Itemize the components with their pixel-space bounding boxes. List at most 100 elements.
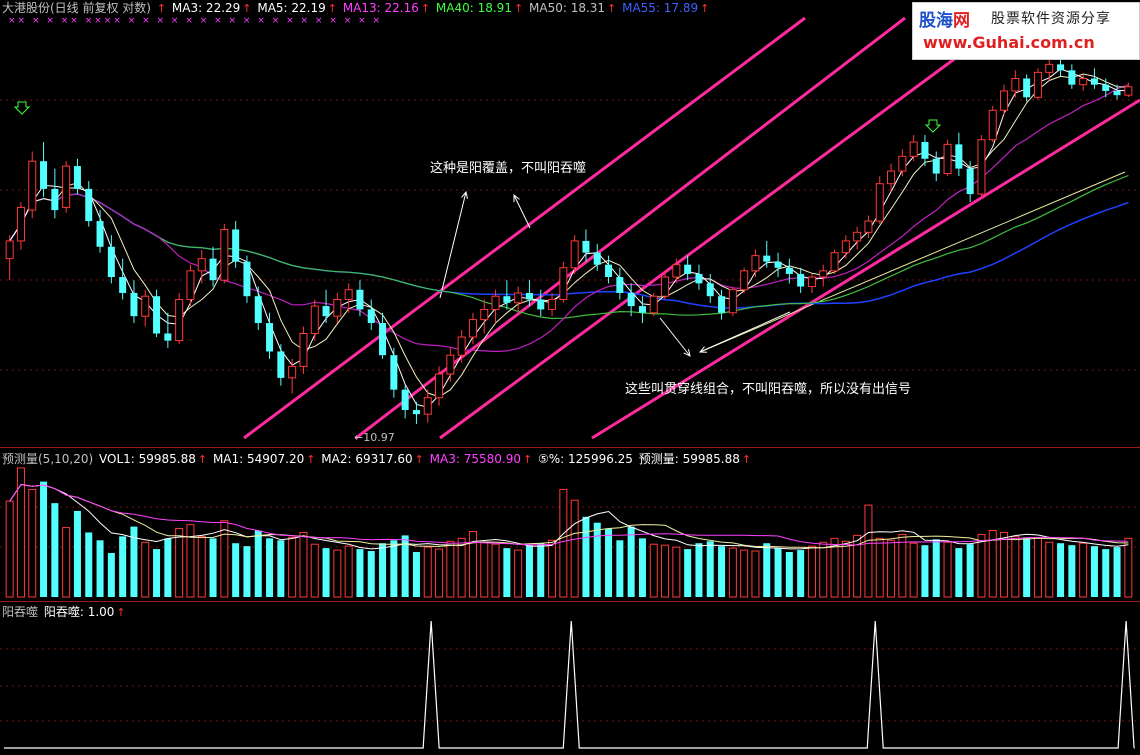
volume-chart[interactable] bbox=[0, 447, 1140, 601]
volume-bar-bear bbox=[356, 549, 364, 597]
candle-bear bbox=[367, 309, 375, 324]
up-arrow-icon: ↑ bbox=[741, 453, 752, 466]
volume-bar-bull bbox=[288, 536, 297, 598]
volume-bar-bear bbox=[1090, 546, 1098, 597]
ma5-value: MA5: 22.19 bbox=[257, 1, 326, 15]
candle-bull bbox=[988, 109, 997, 141]
signal-value: 阳吞噬: 1.00 bbox=[43, 605, 115, 619]
price-panel[interactable] bbox=[0, 0, 1140, 447]
volume-bar-bear bbox=[1113, 547, 1121, 597]
candle-bear bbox=[1113, 90, 1121, 96]
candle-bear bbox=[785, 267, 793, 274]
volume-bar-bull bbox=[1000, 531, 1009, 598]
volume-bar-bull bbox=[672, 546, 681, 598]
ma3-line bbox=[9, 68, 1129, 408]
volume-bar-bull bbox=[740, 549, 749, 598]
candle-bull bbox=[898, 155, 907, 172]
volume-bar-bear bbox=[164, 538, 172, 597]
candle-bear bbox=[932, 158, 940, 174]
candle-bear bbox=[51, 188, 59, 211]
volume-bar-bear bbox=[367, 551, 375, 597]
candle-bull bbox=[175, 298, 184, 342]
candle-bull bbox=[853, 231, 862, 242]
candle-bear bbox=[243, 261, 251, 297]
candle-bull bbox=[16, 206, 25, 242]
candle-bull bbox=[909, 141, 918, 157]
ma13-value: MA13: 22.16 bbox=[342, 1, 419, 15]
candle-bear bbox=[96, 221, 104, 247]
candle-bull bbox=[186, 270, 195, 300]
annotation-arrow bbox=[659, 317, 691, 357]
volume-bar-bear bbox=[243, 546, 251, 597]
candle-bear bbox=[119, 277, 127, 293]
volume-bar-bull bbox=[728, 547, 737, 598]
volume-bar-bull bbox=[5, 500, 14, 598]
logo-brand: 股海网 bbox=[919, 6, 970, 31]
volume-bar-bear bbox=[537, 543, 545, 597]
logo-brand-accent: 网 bbox=[953, 11, 970, 31]
volume-bar-bear bbox=[379, 543, 387, 597]
volume-bar-bear bbox=[40, 481, 48, 597]
volume-bar-bull bbox=[1045, 541, 1054, 598]
candle-bull bbox=[1000, 90, 1009, 111]
signal-line bbox=[4, 620, 1135, 749]
volume-bar-bear bbox=[73, 510, 81, 597]
candle-bear bbox=[356, 289, 364, 310]
candle-bull bbox=[344, 289, 353, 300]
volume-bar-bear bbox=[921, 545, 929, 597]
volume-bar-bear bbox=[153, 549, 161, 597]
candle-bear bbox=[390, 355, 398, 390]
candle-bear bbox=[774, 261, 782, 268]
logo-brand-main: 股海 bbox=[919, 11, 953, 31]
up-arrow-icon: ↑ bbox=[306, 453, 316, 466]
candle-bull bbox=[548, 298, 557, 310]
up-arrow-icon: ↑ bbox=[414, 453, 424, 466]
candle-bull bbox=[333, 298, 342, 317]
candle-bull bbox=[559, 267, 568, 300]
candle-bull bbox=[807, 276, 816, 288]
buy-arrow-icon bbox=[924, 119, 942, 133]
vol-pct-value: ⑤%: 125996.25 bbox=[538, 452, 633, 466]
candle-bear bbox=[322, 306, 330, 317]
up-arrow-icon: ↑ bbox=[197, 453, 208, 466]
candle-bull bbox=[570, 240, 579, 269]
candle-bear bbox=[1102, 84, 1110, 91]
candle-bull bbox=[875, 183, 884, 222]
volume-bar-bear bbox=[616, 540, 624, 597]
price-chart[interactable] bbox=[0, 0, 1140, 447]
volume-bar-bear bbox=[412, 552, 420, 597]
volume-bar-bear bbox=[695, 543, 703, 597]
candle-bull bbox=[28, 160, 37, 211]
volume-bar-bull bbox=[514, 549, 523, 598]
volume-panel[interactable] bbox=[0, 447, 1140, 601]
signal-panel[interactable] bbox=[0, 601, 1140, 755]
volume-bar-bear bbox=[582, 516, 590, 597]
site-logo: 股海网 股票软件资源分享 www.Guhai.com.cn bbox=[912, 2, 1140, 60]
volume-bar-bull bbox=[333, 549, 342, 598]
logo-url: www.Guhai.com.cn bbox=[923, 33, 1095, 52]
volume-bar-bull bbox=[909, 542, 918, 598]
candle-bear bbox=[525, 292, 533, 300]
candle-bull bbox=[5, 240, 14, 260]
signal-chart[interactable] bbox=[0, 601, 1140, 755]
volume-bar-bear bbox=[706, 541, 714, 597]
candle-bear bbox=[706, 283, 714, 297]
candle-bull bbox=[740, 270, 749, 291]
volume-bar-bear bbox=[684, 549, 692, 597]
candle-bull bbox=[864, 220, 873, 233]
vol-forecast-value: 预测量: 59985.88 bbox=[638, 452, 740, 466]
candle-bear bbox=[379, 323, 387, 356]
volume-bar-bull bbox=[661, 544, 670, 598]
volume-bar-bull bbox=[175, 528, 184, 598]
volume-bar-bear bbox=[85, 532, 93, 597]
candle-bull bbox=[1045, 63, 1054, 73]
candle-bear bbox=[254, 296, 262, 324]
candle-bull bbox=[1079, 77, 1088, 86]
candle-bear bbox=[1057, 64, 1065, 71]
candle-bear bbox=[763, 255, 771, 262]
buy-arrow-icon bbox=[13, 101, 31, 115]
volume-bar-bull bbox=[1033, 537, 1042, 598]
signal-title: 阳吞噬 bbox=[2, 605, 39, 619]
candle-bull bbox=[943, 143, 952, 175]
candle-bull bbox=[1124, 86, 1133, 96]
